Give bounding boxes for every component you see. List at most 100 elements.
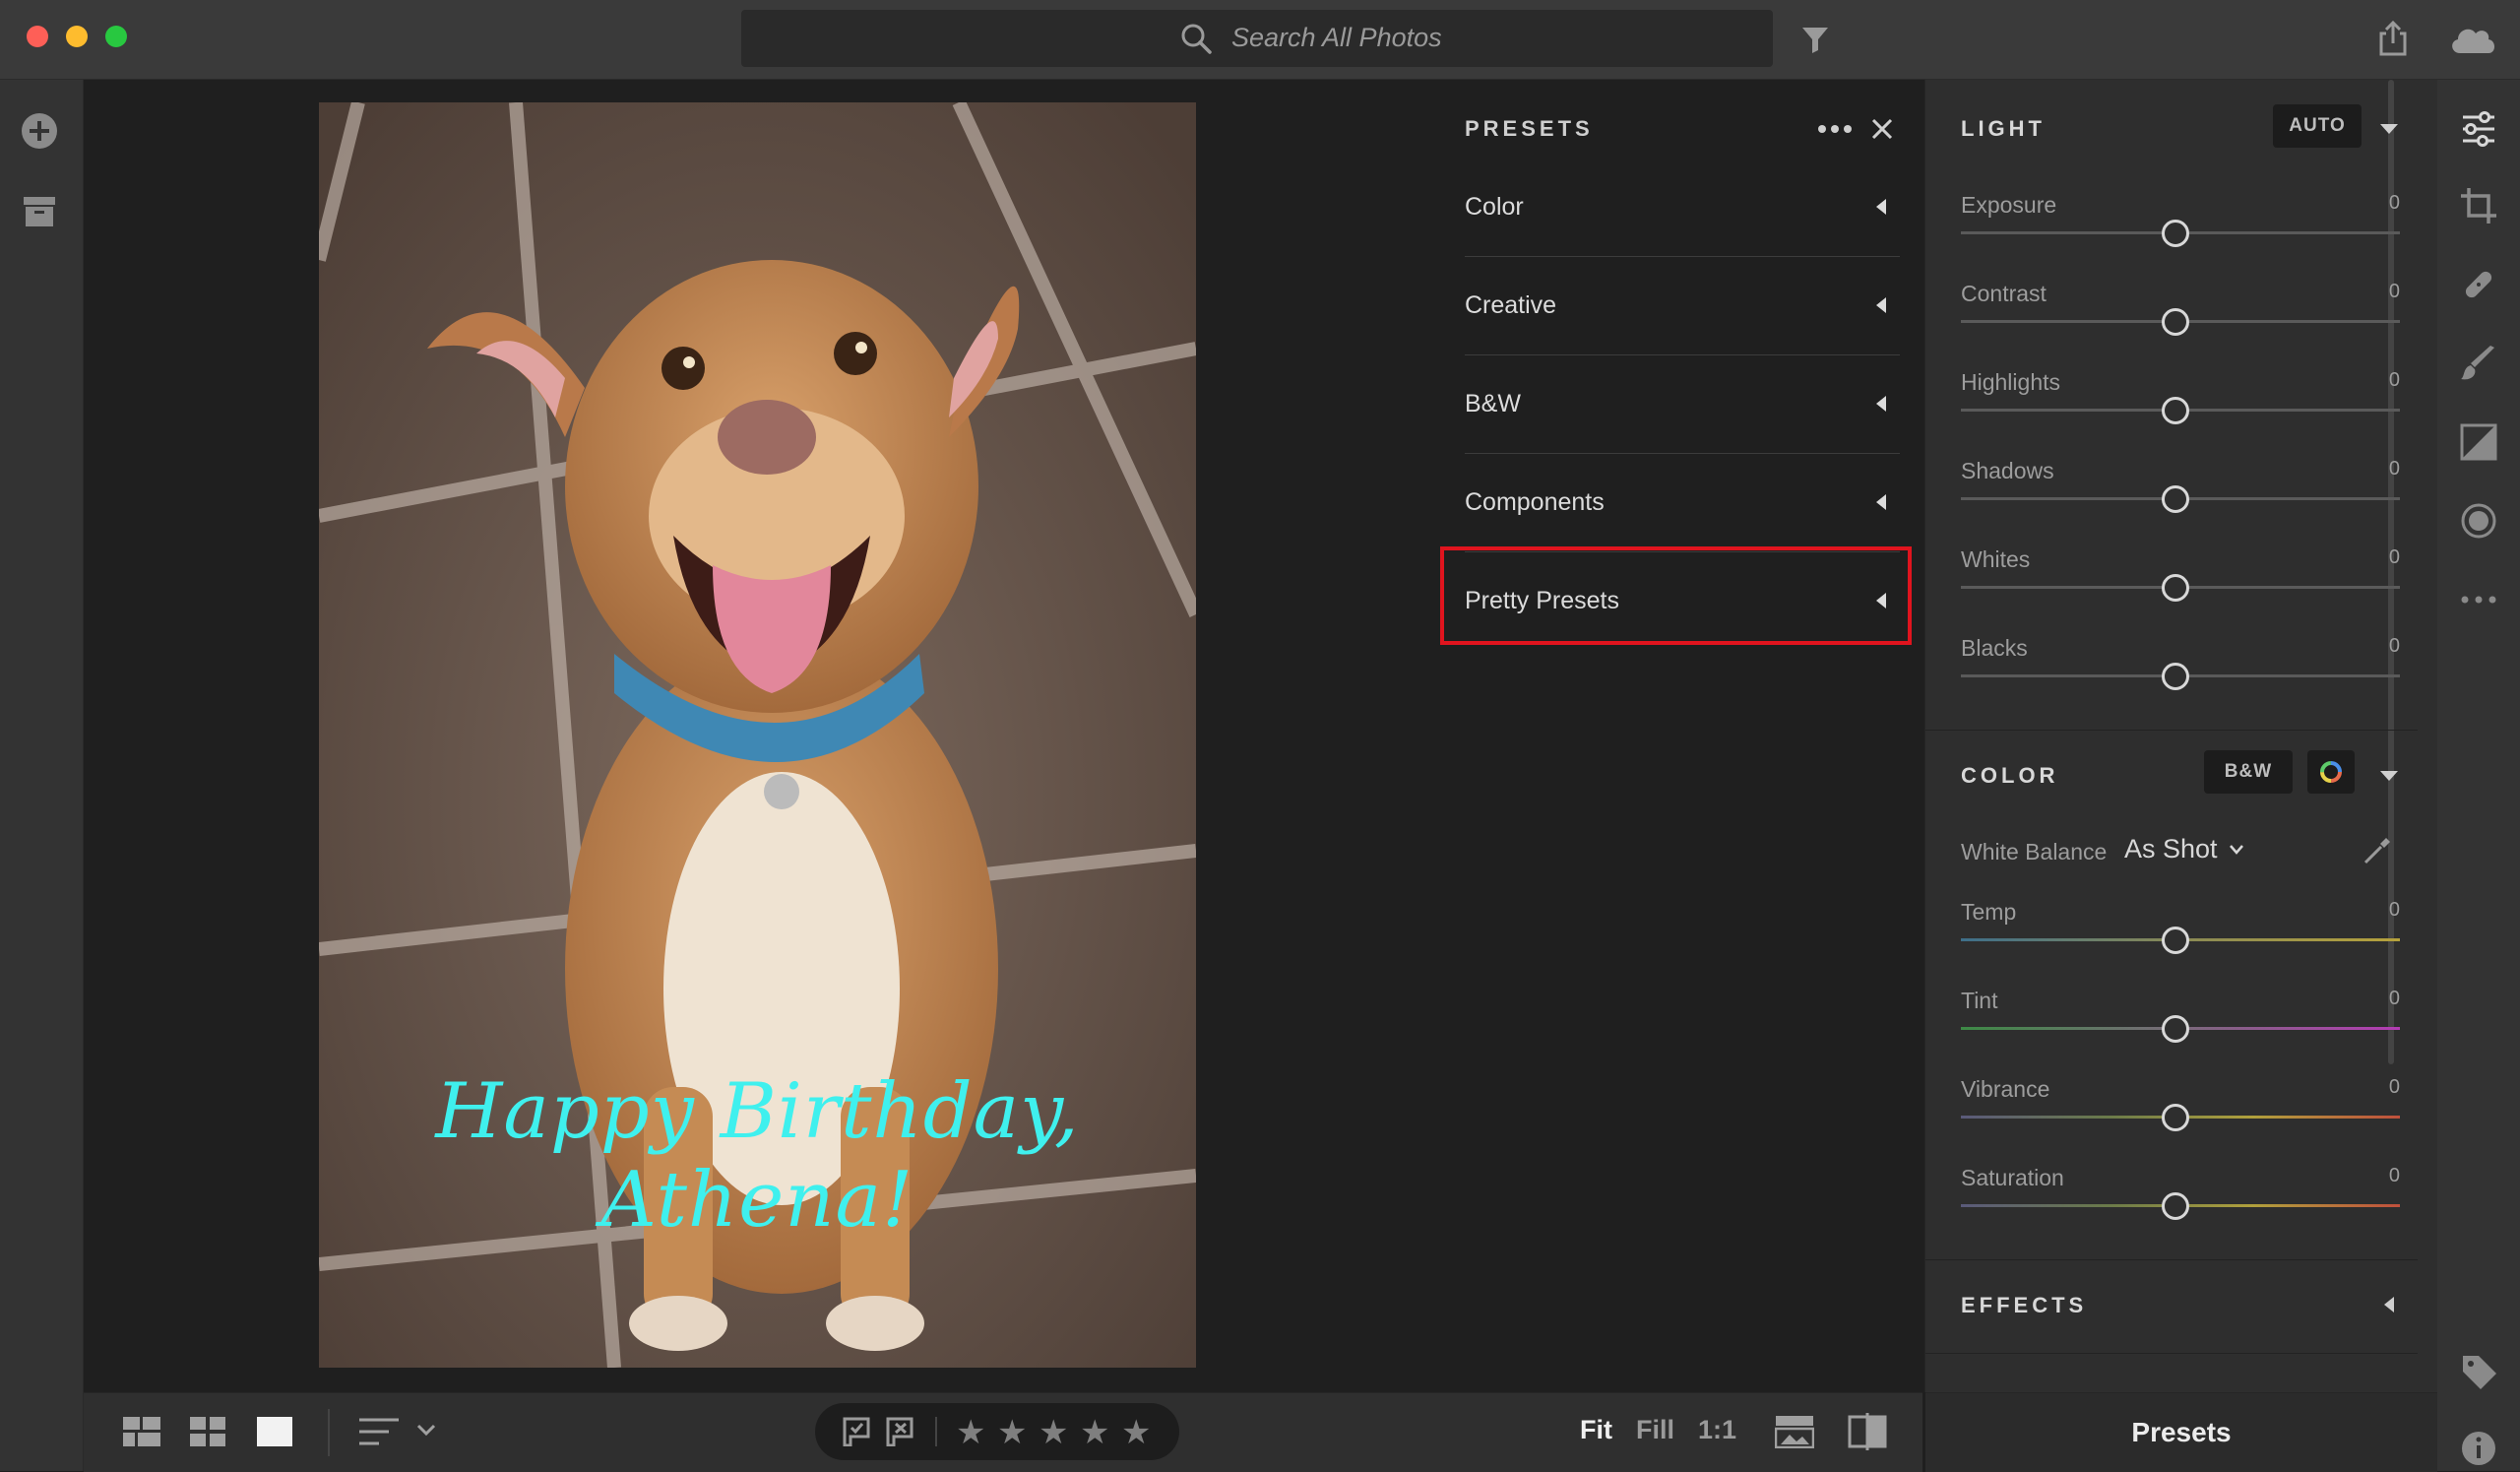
rating-flag-group: ★ ★ ★ ★ ★ (815, 1403, 1179, 1460)
slider-value: 0 (2388, 546, 2400, 568)
more-tools-icon[interactable] (2459, 580, 2498, 619)
slider-thumb[interactable] (2162, 1192, 2189, 1220)
preset-group-color[interactable]: Color (1465, 160, 1900, 257)
presets-panel-title: PRESETS (1465, 116, 1594, 141)
slider-label: Exposure (1961, 192, 2057, 218)
zoom-window-button[interactable] (105, 26, 127, 47)
filter-icon[interactable] (1799, 24, 1831, 55)
minimize-window-button[interactable] (66, 26, 88, 47)
preset-group-components[interactable]: Components (1465, 455, 1900, 552)
slider-contrast[interactable]: Contrast 0 (1961, 281, 2400, 340)
cloud-sync-icon[interactable] (2447, 22, 2498, 55)
light-collapse-chevron-icon[interactable] (2380, 124, 2398, 134)
white-balance-label: White Balance (1961, 839, 2108, 864)
flag-pick-icon[interactable] (843, 1417, 870, 1446)
slider-thumb[interactable] (2162, 1015, 2189, 1043)
expand-arrow-icon (1876, 199, 1886, 215)
sort-icon[interactable] (359, 1417, 399, 1446)
slider-tint[interactable]: Tint 0 (1961, 988, 2400, 1047)
slider-label: Whites (1961, 546, 2031, 572)
slider-thumb[interactable] (2162, 220, 2189, 247)
view-fill-button[interactable]: Fill (1636, 1415, 1674, 1445)
star-2-icon[interactable]: ★ (997, 1413, 1027, 1452)
flag-reject-icon[interactable] (886, 1417, 914, 1446)
search-input[interactable]: Search All Photos (741, 10, 1773, 67)
section-divider (1925, 1353, 2418, 1354)
slider-label: Tint (1961, 988, 1998, 1013)
preset-group-label: Creative (1465, 291, 1557, 319)
slider-label: Temp (1961, 899, 2017, 925)
slider-highlights[interactable]: Highlights 0 (1961, 369, 2400, 428)
slider-saturation[interactable]: Saturation 0 (1961, 1165, 2400, 1224)
add-photos-icon[interactable] (20, 111, 59, 151)
search-placeholder: Search All Photos (1231, 23, 1442, 52)
star-1-icon[interactable]: ★ (956, 1413, 985, 1452)
brush-icon[interactable] (2459, 344, 2498, 383)
square-grid-icon[interactable] (123, 1417, 160, 1446)
edit-sliders-icon[interactable] (2459, 109, 2498, 149)
slider-thumb[interactable] (2162, 927, 2189, 954)
color-collapse-chevron-icon[interactable] (2380, 771, 2398, 781)
left-rail (0, 80, 84, 1471)
eyedropper-icon[interactable] (2361, 834, 2394, 867)
view-fit-button[interactable]: Fit (1580, 1415, 1612, 1445)
slider-thumb[interactable] (2162, 397, 2189, 424)
compare-icon[interactable] (1848, 1413, 1887, 1450)
close-icon[interactable] (1870, 117, 1894, 141)
section-divider (1925, 730, 2418, 731)
slider-value: 0 (2388, 1076, 2400, 1098)
grid-icon[interactable] (190, 1417, 225, 1446)
more-options-icon[interactable] (1817, 122, 1853, 136)
expand-arrow-icon (1876, 396, 1886, 412)
slider-thumb[interactable] (2162, 1104, 2189, 1131)
star-3-icon[interactable]: ★ (1039, 1413, 1068, 1452)
share-icon[interactable] (2376, 20, 2410, 57)
preset-group-label: Color (1465, 193, 1524, 221)
preset-group-bw[interactable]: B&W (1465, 356, 1900, 454)
light-section-title[interactable]: LIGHT (1961, 116, 2046, 142)
preset-group-creative[interactable]: Creative (1465, 258, 1900, 355)
slider-blacks[interactable]: Blacks 0 (1961, 635, 2400, 694)
chevron-down-icon[interactable] (2229, 844, 2244, 856)
slider-thumb[interactable] (2162, 485, 2189, 513)
info-icon[interactable] (2459, 1429, 2498, 1468)
close-window-button[interactable] (27, 26, 48, 47)
star-5-icon[interactable]: ★ (1121, 1413, 1151, 1452)
slider-shadows[interactable]: Shadows 0 (1961, 458, 2400, 517)
radial-gradient-icon[interactable] (2459, 501, 2498, 541)
healing-brush-icon[interactable] (2459, 265, 2498, 304)
rating-divider (935, 1417, 937, 1446)
tag-icon[interactable] (2459, 1352, 2498, 1391)
linear-gradient-icon[interactable] (2459, 422, 2498, 462)
slider-temp[interactable]: Temp 0 (1961, 899, 2400, 958)
slider-label: Contrast (1961, 281, 2047, 306)
presets-button[interactable]: Presets (1925, 1392, 2437, 1472)
color-mixer-button[interactable] (2307, 750, 2355, 794)
detail-view-icon[interactable] (257, 1417, 292, 1446)
white-balance-dropdown[interactable]: As Shot (2124, 834, 2218, 864)
chevron-down-icon[interactable] (416, 1424, 436, 1438)
view-1to1-button[interactable]: 1:1 (1698, 1415, 1736, 1445)
library-icon[interactable] (22, 193, 57, 228)
title-bar: Search All Photos (0, 0, 2520, 80)
color-section-title[interactable]: COLOR (1961, 763, 2058, 789)
highlight-annotation (1440, 546, 1912, 645)
bw-button[interactable]: B&W (2204, 750, 2293, 794)
slider-label: Shadows (1961, 458, 2054, 483)
slider-exposure[interactable]: Exposure 0 (1961, 192, 2400, 251)
effects-section-title[interactable]: EFFECTS (1961, 1293, 2087, 1318)
slider-thumb[interactable] (2162, 574, 2189, 602)
slider-whites[interactable]: Whites 0 (1961, 546, 2400, 606)
before-after-icon[interactable] (1775, 1415, 1814, 1448)
star-4-icon[interactable]: ★ (1080, 1413, 1109, 1452)
slider-value: 0 (2388, 899, 2400, 921)
photo-caption: Happy Birthday, Athena! (435, 1067, 1080, 1245)
slider-thumb[interactable] (2162, 308, 2189, 336)
photo-dog[interactable]: Happy Birthday, Athena! (319, 102, 1196, 1368)
slider-thumb[interactable] (2162, 663, 2189, 690)
slider-vibrance[interactable]: Vibrance 0 (1961, 1076, 2400, 1135)
auto-button[interactable]: AUTO (2273, 104, 2362, 148)
effects-expand-chevron-icon[interactable] (2384, 1297, 2394, 1312)
expand-arrow-icon (1876, 494, 1886, 510)
crop-icon[interactable] (2459, 186, 2498, 225)
